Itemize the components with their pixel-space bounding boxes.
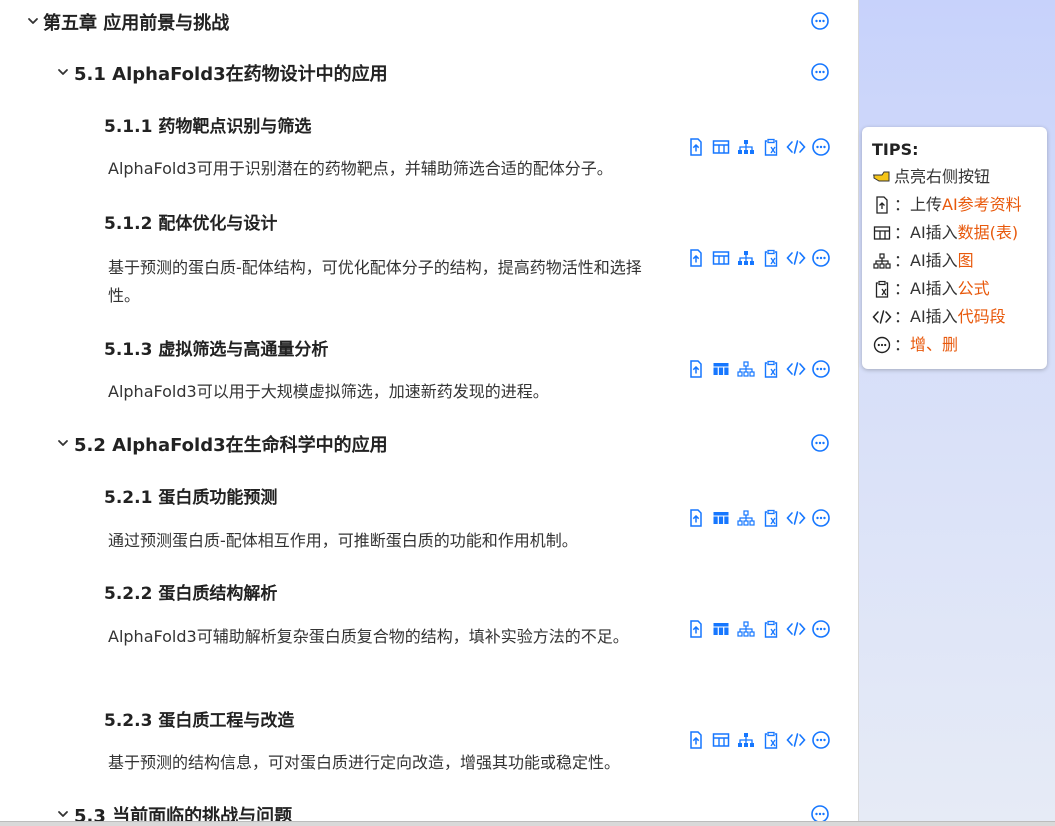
action-icons — [686, 137, 831, 157]
pointing-hand-icon — [872, 167, 892, 187]
more-options-icon[interactable] — [810, 62, 830, 82]
upload-file-icon[interactable] — [686, 730, 706, 750]
tips-edit-label: ： — [894, 335, 911, 354]
table-icon[interactable] — [711, 137, 731, 157]
upload-file-icon[interactable] — [686, 137, 706, 157]
subsection-title: 5.1.2 配体优化与设计 — [104, 214, 278, 234]
hierarchy-icon[interactable] — [736, 508, 756, 528]
tips-table: ：AI插入 数据(表) — [872, 219, 1047, 247]
subsection-title: 5.2.3 蛋白质工程与改造 — [104, 711, 295, 731]
tips-table-label: ：AI插入 — [894, 223, 958, 242]
subsection-title: 5.1.1 药物靶点识别与筛选 — [104, 117, 312, 137]
right-side-panel — [858, 0, 1055, 822]
table-icon[interactable] — [711, 359, 731, 379]
tips-chart-label: ：AI插入 — [894, 251, 958, 270]
subsection-title: 5.1.3 虚拟筛选与高通量分析 — [104, 340, 329, 360]
more-options-icon[interactable] — [811, 619, 831, 639]
subsection-title: 5.2.2 蛋白质结构解析 — [104, 584, 278, 604]
more-options-icon[interactable] — [811, 730, 831, 750]
code-icon[interactable] — [786, 508, 806, 528]
tips-code-label: ：AI插入 — [894, 307, 958, 326]
upload-file-icon — [872, 195, 892, 215]
subsection-text: AlphaFold3可用于识别潜在的药物靶点，并辅助筛选合适的配体分子。 — [108, 159, 613, 178]
hierarchy-icon — [872, 251, 892, 271]
subsection-text: AlphaFold3可辅助解析复杂蛋白质复合物的结构，填补实验方法的不足。 — [108, 627, 629, 646]
table-icon[interactable] — [711, 730, 731, 750]
upload-file-icon[interactable] — [686, 248, 706, 268]
tips-upload-label: ：上传 — [894, 195, 943, 214]
tips-card: TIPS: 点亮右侧按钮 ：上传 AI参考资料 ：AI插入 数据(表) ：AI插入图… — [862, 127, 1047, 369]
subsection-text: 基于预测的结构信息，可对蛋白质进行定向改造，增强其功能或稳定性。 — [108, 753, 621, 772]
tips-upload: ：上传 AI参考资料 — [872, 191, 1047, 219]
table-icon[interactable] — [711, 619, 731, 639]
table-icon — [872, 223, 892, 243]
subsection-text: 基于预测的蛋白质-配体结构，可优化配体分子的结构，提高药物活性和选择性。 — [108, 258, 642, 305]
chevron-down-icon[interactable] — [56, 807, 70, 821]
action-icons — [686, 359, 831, 379]
tips-edit: ：增、删 — [872, 331, 1047, 359]
more-options-icon — [872, 335, 892, 355]
code-icon[interactable] — [786, 359, 806, 379]
more-options-icon[interactable] — [810, 11, 830, 31]
code-icon[interactable] — [786, 137, 806, 157]
tips-edit-highlight: 增、删 — [910, 335, 959, 354]
subsection-title: 5.2.1 蛋白质功能预测 — [104, 488, 278, 508]
section-title: 5.3 当前面临的挑战与问题 — [74, 806, 293, 822]
more-options-icon[interactable] — [810, 804, 830, 822]
more-options-icon[interactable] — [811, 248, 831, 268]
section-title: 5.1 AlphaFold3在药物设计中的应用 — [74, 64, 388, 85]
tips-formula: ：AI插入 公式 — [872, 275, 1047, 303]
tips-code: ：AI插入 代码段 — [872, 303, 1047, 331]
upload-file-icon[interactable] — [686, 619, 706, 639]
table-icon[interactable] — [711, 508, 731, 528]
code-icon — [872, 307, 892, 327]
tips-upload-highlight: AI参考资料 — [942, 195, 1022, 214]
horizontal-scrollbar[interactable] — [0, 821, 1055, 826]
more-options-icon[interactable] — [811, 508, 831, 528]
code-icon[interactable] — [786, 730, 806, 750]
upload-file-icon[interactable] — [686, 508, 706, 528]
hierarchy-icon[interactable] — [736, 248, 756, 268]
more-options-icon[interactable] — [811, 359, 831, 379]
tips-chart: ：AI插入图 — [872, 247, 1047, 275]
tips-table-highlight: 数据(表) — [957, 223, 1019, 242]
tips-formula-highlight: 公式 — [957, 279, 990, 298]
action-icons — [686, 248, 831, 268]
tips-title: TIPS: — [872, 140, 919, 159]
action-icons — [686, 730, 831, 750]
code-icon[interactable] — [786, 619, 806, 639]
formula-icon[interactable] — [761, 359, 781, 379]
tips-intro-text: 点亮右侧按钮 — [894, 167, 991, 186]
action-icons — [686, 619, 831, 639]
tips-code-highlight: 代码段 — [957, 307, 1006, 326]
chapter-title: 第五章 应用前景与挑战 — [43, 13, 230, 34]
formula-icon[interactable] — [761, 619, 781, 639]
outline-panel: 第五章 应用前景与挑战 5.1 AlphaFold3在药物设计中的应用 5.1.… — [0, 0, 858, 822]
more-options-icon[interactable] — [811, 137, 831, 157]
subsection-text: AlphaFold3可以用于大规模虚拟筛选，加速新药发现的进程。 — [108, 382, 549, 401]
more-options-icon[interactable] — [810, 433, 830, 453]
formula-icon[interactable] — [761, 248, 781, 268]
chevron-down-icon[interactable] — [56, 65, 70, 79]
action-icons — [686, 508, 831, 528]
hierarchy-icon[interactable] — [736, 137, 756, 157]
formula-icon[interactable] — [761, 137, 781, 157]
formula-icon[interactable] — [761, 730, 781, 750]
formula-icon — [872, 279, 892, 299]
section-title: 5.2 AlphaFold3在生命科学中的应用 — [74, 435, 388, 456]
tips-chart-highlight: 图 — [957, 251, 974, 270]
tips-formula-label: ：AI插入 — [894, 279, 958, 298]
hierarchy-icon[interactable] — [736, 730, 756, 750]
code-icon[interactable] — [786, 248, 806, 268]
upload-file-icon[interactable] — [686, 359, 706, 379]
hierarchy-icon[interactable] — [736, 359, 756, 379]
hierarchy-icon[interactable] — [736, 619, 756, 639]
chevron-down-icon[interactable] — [56, 436, 70, 450]
tips-intro: 点亮右侧按钮 — [872, 163, 1047, 191]
formula-icon[interactable] — [761, 508, 781, 528]
table-icon[interactable] — [711, 248, 731, 268]
chevron-down-icon[interactable] — [26, 14, 40, 28]
subsection-text: 通过预测蛋白质-配体相互作用，可推断蛋白质的功能和作用机制。 — [108, 531, 578, 550]
